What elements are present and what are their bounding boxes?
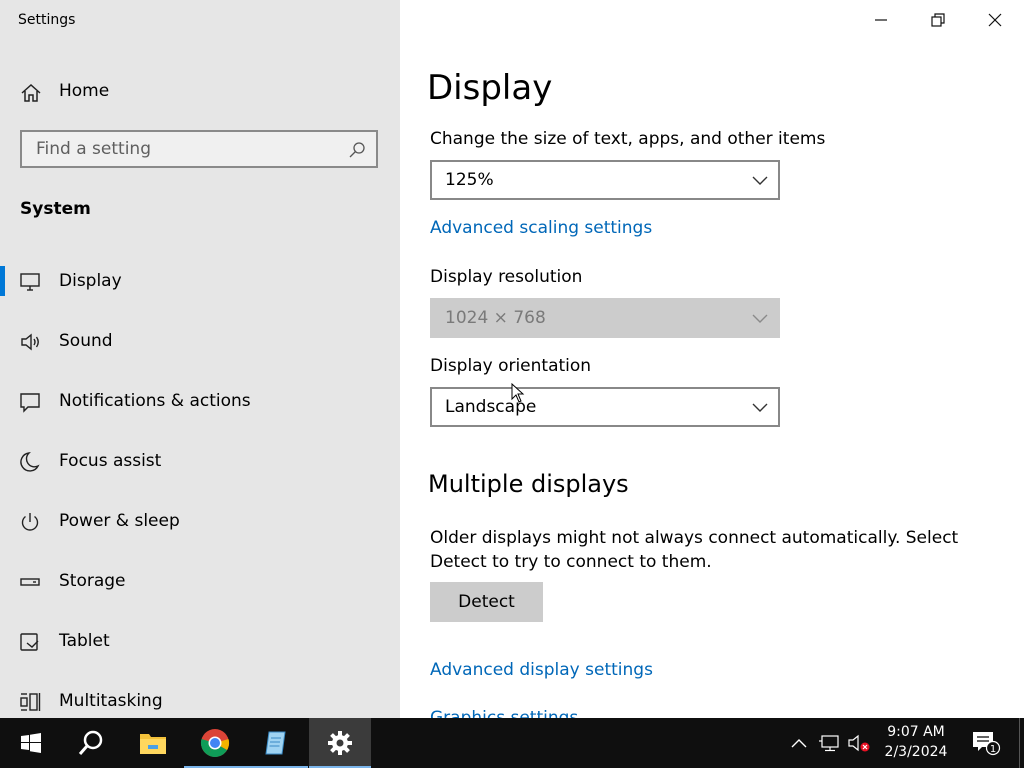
search-icon[interactable] [348, 141, 366, 159]
taskbar-clock[interactable]: 9:07 AM 2/3/2024 [872, 722, 960, 762]
show-hidden-icons-button[interactable] [786, 718, 812, 768]
restore-button[interactable] [910, 0, 966, 40]
chevron-up-icon [791, 739, 807, 748]
notification-center-icon: 1 [973, 732, 1001, 756]
sidebar-item-tablet[interactable]: Tablet [0, 612, 400, 672]
scale-dropdown[interactable]: 125% [430, 160, 780, 200]
taskbar-notepad[interactable] [246, 718, 308, 768]
restore-icon [931, 13, 945, 27]
action-center-button[interactable]: 1 [966, 718, 1006, 768]
sidebar-item-sound[interactable]: Sound [0, 312, 400, 372]
taskbar-chrome[interactable] [184, 718, 246, 768]
sidebar-item-display[interactable]: Display [0, 252, 400, 312]
taskbar: 9:07 AM 2/3/2024 1 [0, 718, 1024, 768]
scale-value: 125% [445, 170, 494, 190]
scale-caption: Change the size of text, apps, and other… [430, 129, 826, 149]
sidebar-item-power-sleep[interactable]: Power & sleep [0, 492, 400, 552]
sidebar: Settings Home System Display [0, 0, 400, 718]
taskbar-settings[interactable] [309, 718, 371, 768]
monitor-icon [20, 273, 40, 291]
power-icon [21, 513, 39, 531]
graphics-settings-link[interactable]: Graphics settings [430, 708, 578, 718]
storage-icon [20, 578, 40, 586]
detect-button[interactable]: Detect [430, 582, 543, 622]
sidebar-item-label: Multitasking [59, 691, 163, 711]
main-content: Display Change the size of text, apps, a… [400, 0, 1024, 718]
sidebar-item-storage[interactable]: Storage [0, 552, 400, 612]
file-explorer-icon [140, 734, 166, 754]
sidebar-item-home[interactable]: Home [0, 72, 400, 112]
network-tray-button[interactable] [815, 718, 843, 768]
sidebar-item-multitasking[interactable]: Multitasking [0, 672, 400, 718]
notification-icon [20, 393, 40, 413]
sidebar-item-label: Tablet [59, 631, 110, 651]
chrome-icon [200, 729, 230, 757]
resolution-dropdown: 1024 × 768 [430, 298, 780, 338]
multiple-displays-description: Older displays might not always connect … [430, 528, 959, 572]
sidebar-item-label: Storage [59, 571, 126, 591]
tablet-icon [20, 633, 39, 651]
orientation-caption: Display orientation [430, 356, 592, 376]
minimize-button[interactable] [853, 0, 909, 40]
moon-icon [20, 452, 40, 472]
resolution-caption: Display resolution [430, 267, 583, 287]
advanced-scaling-link[interactable]: Advanced scaling settings [430, 218, 652, 238]
show-desktop-divider[interactable] [1019, 718, 1020, 768]
sidebar-item-label: Focus assist [59, 451, 162, 471]
app-title: Settings [18, 12, 76, 28]
search-box [20, 130, 378, 168]
orientation-dropdown[interactable]: Landscape [430, 387, 780, 427]
taskbar-search-button[interactable] [60, 718, 122, 768]
taskbar-file-explorer[interactable] [122, 718, 184, 768]
section-label: System [20, 199, 91, 219]
minimize-icon [875, 19, 887, 21]
notification-count: 1 [990, 744, 996, 755]
sidebar-item-label: Notifications & actions [59, 391, 251, 411]
notepad-icon [265, 731, 286, 755]
volume-tray-button[interactable] [845, 718, 873, 768]
network-icon [819, 735, 839, 752]
advanced-display-settings-link[interactable]: Advanced display settings [430, 660, 653, 680]
sidebar-item-label: Display [59, 271, 122, 291]
multitasking-icon [20, 693, 41, 711]
clock-date: 2/3/2024 [884, 744, 948, 760]
start-button[interactable] [0, 718, 62, 768]
clock-time: 9:07 AM [887, 724, 945, 740]
sidebar-nav: Display Sound Notifications & actions Fo… [0, 252, 400, 718]
close-button[interactable] [967, 0, 1023, 40]
settings-icon [328, 731, 352, 755]
page-title: Display [427, 68, 553, 108]
multiple-displays-title: Multiple displays [428, 470, 629, 498]
sidebar-item-notifications[interactable]: Notifications & actions [0, 372, 400, 432]
start-icon [21, 733, 41, 753]
speaker-icon [21, 333, 39, 351]
close-icon [988, 13, 1002, 27]
sidebar-item-label: Home [59, 81, 110, 101]
sidebar-item-focus-assist[interactable]: Focus assist [0, 432, 400, 492]
home-icon [21, 83, 41, 102]
chevron-down-icon [752, 176, 768, 185]
chevron-down-icon [752, 314, 768, 323]
volume-muted-icon [848, 734, 870, 752]
sidebar-item-label: Sound [59, 331, 113, 351]
search-icon [78, 730, 103, 755]
sidebar-item-label: Power & sleep [59, 511, 180, 531]
mouse-cursor-icon [511, 383, 525, 403]
chevron-down-icon [752, 403, 768, 412]
resolution-value: 1024 × 768 [445, 308, 546, 328]
search-input[interactable] [22, 132, 336, 166]
